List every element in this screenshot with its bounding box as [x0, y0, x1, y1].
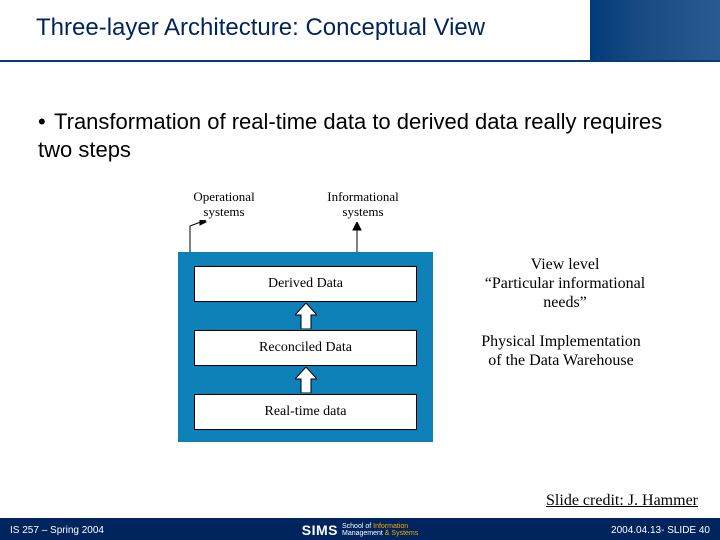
- label-informational-l2: systems: [342, 204, 383, 219]
- bullet-marker: •: [38, 108, 54, 136]
- footer-logo: SIMS School of Information Management & …: [302, 522, 419, 538]
- logo-subtext: School of Information Management & Syste…: [342, 523, 418, 537]
- label-operational-l2: systems: [203, 204, 244, 219]
- up-arrow-icon: [295, 367, 317, 393]
- arrow-informational-to-derived: [350, 222, 364, 252]
- logo-sub1b: Information: [373, 523, 408, 530]
- bullet-content: Transformation of real-time data to deri…: [38, 109, 662, 162]
- system-labels: Operational systems Informational system…: [140, 190, 440, 230]
- logo-sub1a: School of: [342, 523, 373, 530]
- box-realtime-data: Real-time data: [194, 394, 417, 430]
- box-reconciled-data: Reconciled Data: [194, 330, 417, 366]
- annotation-physical-implementation: Physical Implementation of the Data Ware…: [456, 332, 666, 370]
- slide-credit: Slide credit: J. Hammer: [546, 492, 698, 510]
- label-informational-systems: Informational systems: [318, 190, 408, 220]
- box-derived-data: Derived Data: [194, 266, 417, 302]
- header-photo-block: [590, 0, 720, 60]
- footer-date-slide: 2004.04.13- SLIDE 40: [611, 525, 710, 536]
- header-rule: [0, 60, 720, 62]
- slide-title: Three-layer Architecture: Conceptual Vie…: [36, 14, 485, 42]
- annotation-view-l2: “Particular informational: [485, 275, 645, 292]
- up-arrow-icon: [295, 303, 317, 329]
- label-informational-l1: Informational: [327, 189, 398, 204]
- header-band: Three-layer Architecture: Conceptual Vie…: [0, 0, 720, 60]
- logo-sub2a: Management: [342, 530, 385, 537]
- logo-sub2b: & Systems: [385, 530, 418, 537]
- logo-sims-text: SIMS: [302, 522, 338, 538]
- bullet-text: •Transformation of real-time data to der…: [38, 108, 680, 163]
- annotation-view-level: View level “Particular informational nee…: [470, 255, 660, 313]
- annotation-phys-l2: of the Data Warehouse: [488, 352, 633, 369]
- label-operational-l1: Operational: [193, 189, 254, 204]
- footer-band: IS 257 – Spring 2004 SIMS School of Info…: [0, 518, 720, 540]
- annotation-phys-l1: Physical Implementation: [481, 333, 641, 350]
- footer-course: IS 257 – Spring 2004: [10, 525, 104, 536]
- annotation-view-l3: needs”: [543, 294, 587, 311]
- label-operational-systems: Operational systems: [184, 190, 264, 220]
- annotation-view-l1: View level: [531, 256, 600, 273]
- layer-stack: Derived Data Reconciled Data Real-time d…: [178, 252, 433, 442]
